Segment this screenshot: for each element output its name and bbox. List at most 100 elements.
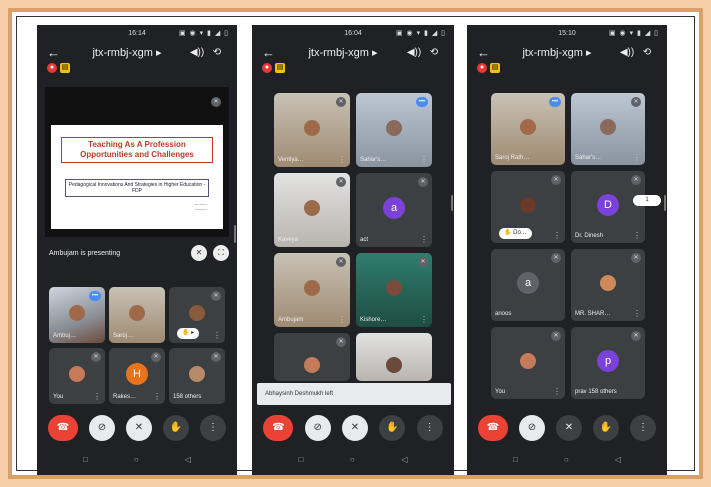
presenting-bar: Ambujam is presenting ✕ ⛶ <box>45 243 229 263</box>
back-arrow-icon[interactable]: ← <box>262 45 282 60</box>
mic-off-icon[interactable]: ✕ <box>191 245 207 261</box>
camera-off-button[interactable]: ⊘ <box>304 415 331 441</box>
recents-icon[interactable]: □ <box>299 455 304 469</box>
android-nav-bar: □ ○ ◁ <box>467 455 667 469</box>
switch-camera-icon[interactable]: ⟲ <box>207 47 227 58</box>
back-arrow-icon[interactable]: ← <box>47 45 67 60</box>
participant-tile[interactable]: ✕ You ⋮ <box>49 348 105 404</box>
camera-off-button[interactable]: ⊘ <box>89 415 115 441</box>
more-icon[interactable]: ⋮ <box>633 309 641 318</box>
participant-tile[interactable]: ✕ <box>274 333 350 381</box>
more-icon[interactable]: ⋮ <box>93 392 101 401</box>
slide-subtitle: Pedagogical Innovations And Strategies i… <box>65 179 209 197</box>
back-icon[interactable]: ◁ <box>401 455 407 469</box>
raise-hand-button[interactable]: ✋ <box>593 415 619 441</box>
mic-off-icon: ✕ <box>336 177 346 187</box>
more-icon[interactable]: ⋮ <box>153 392 161 401</box>
more-icon[interactable]: ⋮ <box>633 153 641 162</box>
indicator-badges: ● ▤ <box>467 63 667 75</box>
participant-tile[interactable]: ✕ Ventiya… ⋮ <box>274 93 350 167</box>
speaking-icon: ••• <box>549 97 561 107</box>
status-bar: 15:10 ▣ ◉ ▾ ▮ ◢ ▯ <box>467 25 667 41</box>
mic-off-icon: ✕ <box>211 97 221 107</box>
others-tile[interactable]: ✕ 158 others <box>169 348 225 404</box>
more-icon[interactable]: ⋮ <box>420 235 428 244</box>
mic-off-button[interactable]: ✕ <box>126 415 152 441</box>
mic-off-icon: ✕ <box>336 337 346 347</box>
participant-tile[interactable]: ✕ Ambujam ⋮ <box>274 253 350 327</box>
more-icon[interactable]: ⋮ <box>553 387 561 396</box>
hang-up-button[interactable]: ☎ <box>263 415 294 441</box>
raise-hand-button[interactable]: ✋ <box>379 415 406 441</box>
app-bar: ← jtx-rmbj-xgm ▸ ◀)) ⟲ <box>467 41 667 63</box>
participant-tile[interactable]: ✕ ✋ Do… ⋮ <box>491 171 565 243</box>
participant-tile[interactable]: ✕ Kishore… ⋮ <box>356 253 432 327</box>
recents-icon[interactable]: □ <box>513 455 518 469</box>
participant-tile[interactable]: a ✕ anoos <box>491 249 565 321</box>
speaker-icon[interactable]: ◀)) <box>404 47 424 58</box>
more-icon[interactable]: ⋮ <box>633 231 641 240</box>
more-icon[interactable]: ⋮ <box>420 155 428 164</box>
speaker-icon[interactable]: ◀)) <box>187 47 207 58</box>
back-icon[interactable]: ◁ <box>185 455 191 469</box>
recording-icon: ● <box>477 63 487 73</box>
system-icons: ▣ ◉ ▾ ▮ ◢ ▯ <box>395 30 446 37</box>
hang-up-button[interactable]: ☎ <box>48 415 78 441</box>
participant-tile[interactable]: ✕ MR. SHAR… ⋮ <box>571 249 645 321</box>
meeting-code[interactable]: jtx-rmbj-xgm ▸ <box>497 46 617 59</box>
others-tile[interactable]: p ✕ prav 158 others <box>571 327 645 399</box>
fullscreen-icon[interactable]: ⛶ <box>213 245 229 261</box>
more-options-button[interactable]: ⋮ <box>416 415 443 441</box>
scroll-indicator[interactable]: 1 <box>633 195 661 206</box>
participant-tile[interactable]: a ✕ act ⋮ <box>356 173 432 247</box>
mic-off-icon: ✕ <box>631 175 641 185</box>
participant-tile[interactable]: ✕ ✋ ▸ ⋮ <box>169 287 225 343</box>
presentation-view[interactable]: ✕ Teaching As A Profession Opportunities… <box>45 87 229 237</box>
more-icon[interactable]: ⋮ <box>338 315 346 324</box>
more-icon[interactable]: ⋮ <box>213 331 221 340</box>
mic-off-icon: ✕ <box>631 253 641 263</box>
switch-camera-icon[interactable]: ⟲ <box>424 47 444 58</box>
mic-off-icon: ✕ <box>91 352 101 362</box>
participant-tile[interactable]: Saroj… <box>109 287 165 343</box>
participant-tile[interactable]: ✕ Sahar's… ⋮ <box>571 93 645 165</box>
participant-tile[interactable]: ••• Sahar's… ⋮ <box>356 93 432 167</box>
mic-off-button[interactable]: ✕ <box>341 415 368 441</box>
home-icon[interactable]: ○ <box>564 455 569 469</box>
more-icon[interactable]: ⋮ <box>420 315 428 324</box>
indicator-badges: ● ▤ <box>37 63 237 75</box>
hang-up-button[interactable]: ☎ <box>478 415 508 441</box>
more-icon[interactable]: ⋮ <box>338 155 346 164</box>
mic-off-button[interactable]: ✕ <box>556 415 582 441</box>
recents-icon[interactable]: □ <box>83 455 88 469</box>
slide-author: — —— ——— <box>193 201 207 211</box>
speaker-icon[interactable]: ◀)) <box>617 47 637 58</box>
more-options-button[interactable]: ⋮ <box>200 415 226 441</box>
raise-hand-button[interactable]: ✋ <box>163 415 189 441</box>
presentation-slide: Teaching As A Profession Opportunities a… <box>51 125 223 229</box>
participant-tile[interactable] <box>356 333 432 381</box>
meeting-code[interactable]: jtx-rmbj-xgm ▸ <box>67 46 187 59</box>
meeting-code[interactable]: jtx-rmbj-xgm ▸ <box>282 46 404 59</box>
captions-icon: ▤ <box>490 63 500 73</box>
participant-tile[interactable]: ✕ You ⋮ <box>491 327 565 399</box>
call-controls: ☎ ⊘ ✕ ✋ ⋮ <box>467 413 667 443</box>
participant-tile[interactable]: ✕ Kaveya <box>274 173 350 247</box>
participant-tile[interactable]: D ✕ Dr. Dinesh ⋮ <box>571 171 645 243</box>
switch-camera-icon[interactable]: ⟲ <box>637 47 657 58</box>
camera-off-button[interactable]: ⊘ <box>519 415 545 441</box>
avatar: H <box>126 363 148 385</box>
slide-title: Teaching As A Profession Opportunities a… <box>61 137 213 163</box>
recording-icon: ● <box>262 63 272 73</box>
more-icon[interactable]: ⋮ <box>553 231 561 240</box>
phone-screen-3: 15:10 ▣ ◉ ▾ ▮ ◢ ▯ ← jtx-rmbj-xgm ▸ ◀)) ⟲… <box>467 25 667 475</box>
back-icon[interactable]: ◁ <box>615 455 621 469</box>
participant-tile[interactable]: ••• Ambuj… <box>49 287 105 343</box>
back-arrow-icon[interactable]: ← <box>477 45 497 60</box>
home-icon[interactable]: ○ <box>134 455 139 469</box>
participant-tile[interactable]: H ✕ Rakes… ⋮ <box>109 348 165 404</box>
home-icon[interactable]: ○ <box>350 455 355 469</box>
participant-tile[interactable]: ••• Saroj Rath… <box>491 93 565 165</box>
more-options-button[interactable]: ⋮ <box>630 415 656 441</box>
avatar: a <box>517 272 539 294</box>
